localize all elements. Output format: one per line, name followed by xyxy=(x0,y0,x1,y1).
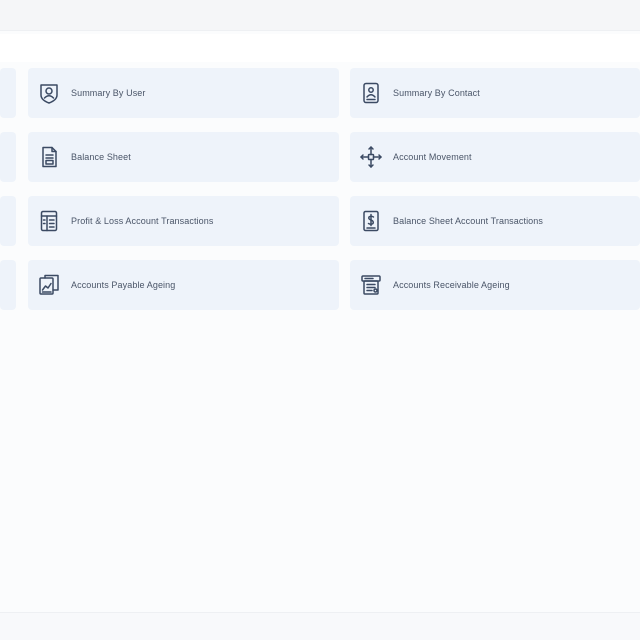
receivable-register-icon xyxy=(358,272,384,298)
report-label: Profit & Loss Account Transactions xyxy=(71,216,214,226)
move-arrows-icon xyxy=(358,144,384,170)
report-label: Balance Sheet xyxy=(71,152,131,162)
contact-card-icon xyxy=(358,80,384,106)
document-sheet-icon xyxy=(36,144,62,170)
report-label: Accounts Receivable Ageing xyxy=(393,280,510,290)
report-label: Accounts Payable Ageing xyxy=(71,280,176,290)
user-badge-icon xyxy=(36,80,62,106)
ledger-book-icon xyxy=(36,208,62,234)
report-card-account-movement[interactable]: Account Movement xyxy=(350,132,640,182)
sub-bar xyxy=(0,34,640,62)
report-card-balance-sheet[interactable]: Balance Sheet xyxy=(28,132,339,182)
reports-page: Summary By User Summary By Contact Balan… xyxy=(0,0,640,640)
report-label: Account Movement xyxy=(393,152,472,162)
report-card-accounts-receivable-ageing[interactable]: Accounts Receivable Ageing xyxy=(350,260,640,310)
report-card-partial[interactable] xyxy=(0,260,16,310)
invoice-chart-icon xyxy=(36,272,62,298)
report-card-partial[interactable] xyxy=(0,196,16,246)
dollar-document-icon xyxy=(358,208,384,234)
report-card-accounts-payable-ageing[interactable]: Accounts Payable Ageing xyxy=(28,260,339,310)
report-label: Summary By Contact xyxy=(393,88,480,98)
report-card-profit-loss-transactions[interactable]: Profit & Loss Account Transactions xyxy=(28,196,339,246)
top-bar xyxy=(0,0,640,31)
report-label: Summary By User xyxy=(71,88,146,98)
report-card-summary-by-user[interactable]: Summary By User xyxy=(28,68,339,118)
report-label: Balance Sheet Account Transactions xyxy=(393,216,543,226)
bottom-bar xyxy=(0,612,640,640)
report-card-partial[interactable] xyxy=(0,132,16,182)
report-card-partial[interactable] xyxy=(0,68,16,118)
report-card-balance-sheet-transactions[interactable]: Balance Sheet Account Transactions xyxy=(350,196,640,246)
report-card-summary-by-contact[interactable]: Summary By Contact xyxy=(350,68,640,118)
